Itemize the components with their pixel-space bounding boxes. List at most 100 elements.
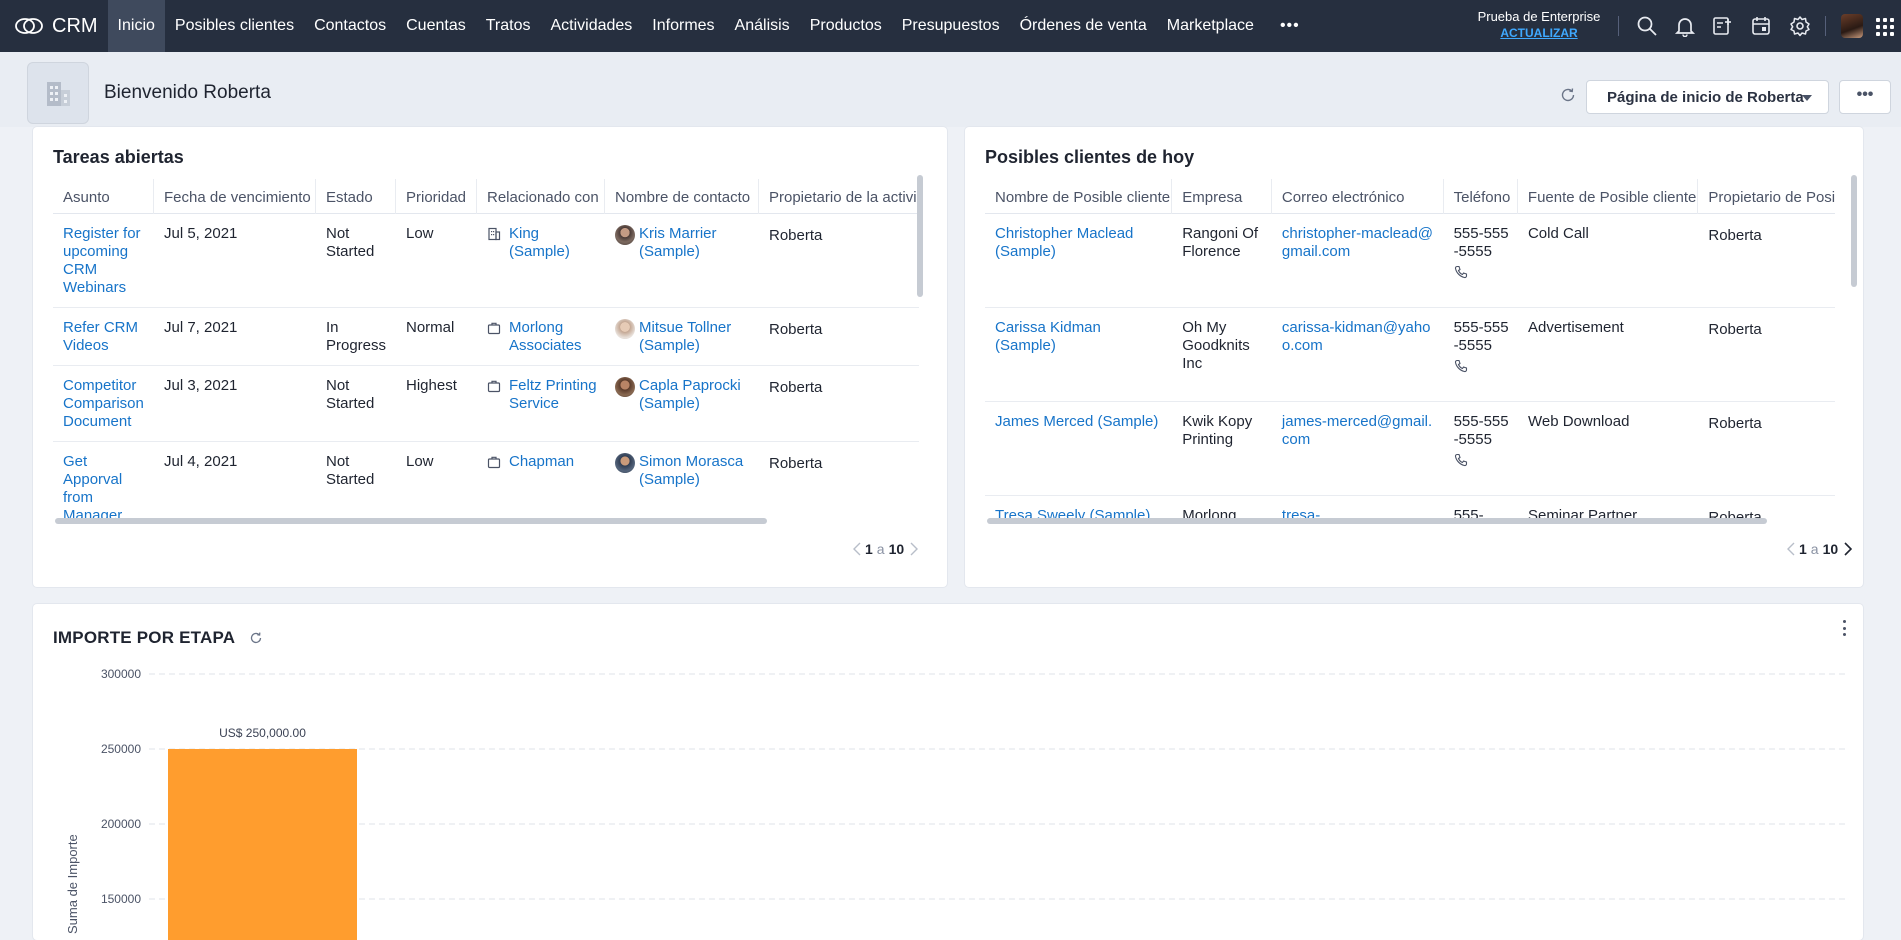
home-page-icon bbox=[27, 62, 89, 124]
calendar-icon[interactable] bbox=[1750, 15, 1772, 37]
column-header[interactable]: Propietario de la actividad bbox=[759, 179, 919, 214]
table-header: Nombre de Posible cliente Empresa Correo… bbox=[985, 179, 1835, 214]
related-to-link[interactable]: Morlong Associates bbox=[509, 319, 597, 365]
task-subject-link[interactable]: Competitor Comparison Document bbox=[63, 377, 144, 430]
column-header[interactable]: Relacionado con bbox=[477, 179, 605, 214]
nav-item-inicio[interactable]: Inicio bbox=[107, 0, 165, 52]
task-subject-link[interactable]: Get Apporval from Manager bbox=[63, 453, 122, 524]
lead-name-link[interactable]: James Merced (Sample) bbox=[995, 413, 1158, 430]
bar-chart: 150000200000250000300000 US$ 250,000.00 … bbox=[65, 667, 1847, 940]
search-icon[interactable] bbox=[1636, 15, 1658, 37]
phone-icon[interactable] bbox=[1454, 265, 1468, 279]
nav-item-ordenes-de-venta[interactable]: Órdenes de venta bbox=[1010, 0, 1157, 52]
lead-company: Kwik Kopy Printing bbox=[1182, 413, 1253, 448]
header-more-button[interactable]: ••• bbox=[1839, 80, 1891, 114]
contact-avatar bbox=[615, 319, 635, 339]
lead-source: Cold Call bbox=[1527, 225, 1589, 242]
contact-name-link[interactable]: Kris Marrier (Sample) bbox=[639, 225, 751, 307]
gear-icon[interactable] bbox=[1789, 15, 1811, 37]
chevron-right-icon[interactable] bbox=[1844, 542, 1853, 556]
nav-item-marketplace[interactable]: Marketplace bbox=[1157, 0, 1264, 52]
lead-email-link[interactable]: carissa-kidman@yahoo.com bbox=[1282, 319, 1431, 354]
refresh-icon[interactable] bbox=[1559, 86, 1577, 104]
pager-sep: a bbox=[876, 541, 885, 557]
nav-more-button[interactable]: ••• bbox=[1264, 0, 1316, 52]
chevron-left-icon[interactable] bbox=[853, 542, 861, 556]
column-header[interactable]: Propietario de Posible cliente bbox=[1698, 179, 1835, 214]
table-row[interactable]: Christopher Maclead (Sample) Rangoni Of … bbox=[985, 215, 1835, 308]
task-due-date: Jul 3, 2021 bbox=[164, 377, 238, 394]
column-header[interactable]: Estado bbox=[316, 179, 396, 214]
briefcase-icon bbox=[487, 322, 501, 335]
crm-logo-icon bbox=[15, 18, 43, 34]
nav-item-tratos[interactable]: Tratos bbox=[476, 0, 541, 52]
nav-item-productos[interactable]: Productos bbox=[800, 0, 892, 52]
table-row[interactable]: Register for upcoming CRM Webinars Jul 5… bbox=[53, 215, 919, 308]
horizontal-scrollbar[interactable] bbox=[55, 518, 767, 524]
table-row[interactable]: Carissa Kidman (Sample) Oh My Goodknits … bbox=[985, 309, 1835, 402]
nav-item-informes[interactable]: Informes bbox=[642, 0, 724, 52]
table-row[interactable]: Refer CRM Videos Jul 7, 2021 In Progress… bbox=[53, 309, 919, 366]
task-subject-link[interactable]: Refer CRM Videos bbox=[63, 319, 138, 354]
vertical-scrollbar[interactable] bbox=[917, 175, 923, 297]
task-owner: Roberta bbox=[769, 227, 823, 244]
vertical-scrollbar[interactable] bbox=[1851, 175, 1857, 287]
nav-item-actividades[interactable]: Actividades bbox=[540, 0, 642, 52]
chevron-down-icon bbox=[1802, 95, 1812, 101]
lead-email-link[interactable]: christopher-maclead@gmail.com bbox=[1282, 225, 1433, 260]
column-header[interactable]: Nombre de contacto bbox=[605, 179, 759, 214]
user-avatar[interactable] bbox=[1841, 14, 1863, 38]
chevron-right-icon[interactable] bbox=[910, 542, 919, 556]
task-owner: Roberta bbox=[769, 321, 823, 338]
lead-source: Advertisement bbox=[1527, 319, 1624, 336]
column-header[interactable]: Nombre de Posible cliente bbox=[985, 179, 1173, 214]
nav-item-posibles-clientes[interactable]: Posibles clientes bbox=[165, 0, 304, 52]
related-to-link[interactable]: Feltz Printing Service bbox=[509, 377, 597, 441]
nav-item-contactos[interactable]: Contactos bbox=[304, 0, 396, 52]
table-row[interactable]: Competitor Comparison Document Jul 3, 20… bbox=[53, 367, 919, 442]
task-subject-link[interactable]: Register for upcoming CRM Webinars bbox=[63, 225, 141, 296]
task-priority: Low bbox=[406, 225, 434, 242]
task-due-date: Jul 5, 2021 bbox=[164, 225, 238, 242]
chart-bar[interactable] bbox=[168, 749, 357, 940]
related-to-link[interactable]: King (Sample) bbox=[509, 225, 597, 307]
upgrade-link[interactable]: ACTUALIZAR bbox=[1470, 25, 1608, 41]
column-header[interactable]: Empresa bbox=[1172, 179, 1272, 214]
add-note-icon[interactable] bbox=[1711, 15, 1733, 37]
column-header[interactable]: Correo electrónico bbox=[1272, 179, 1444, 214]
open-tasks-card: Tareas abiertas Asunto Fecha de vencimie… bbox=[33, 127, 947, 587]
building-icon bbox=[47, 82, 70, 106]
crm-logo[interactable]: CRM bbox=[0, 0, 108, 52]
nav-item-analisis[interactable]: Análisis bbox=[725, 0, 800, 52]
bar-data-label: US$ 250,000.00 bbox=[219, 726, 306, 740]
column-header[interactable]: Fuente de Posible cliente bbox=[1518, 179, 1699, 214]
contact-name-link[interactable]: Capla Paprocki (Sample) bbox=[639, 377, 751, 441]
lead-name-link[interactable]: Carissa Kidman (Sample) bbox=[995, 319, 1101, 354]
phone-icon[interactable] bbox=[1454, 359, 1468, 373]
open-tasks-title: Tareas abiertas bbox=[53, 147, 184, 167]
chevron-left-icon[interactable] bbox=[1787, 542, 1795, 556]
phone-icon[interactable] bbox=[1454, 453, 1468, 467]
nav-item-presupuestos[interactable]: Presupuestos bbox=[892, 0, 1010, 52]
apps-grid-icon[interactable] bbox=[1876, 18, 1894, 36]
lead-email-link[interactable]: james-merced@gmail.com bbox=[1282, 413, 1432, 448]
table-row[interactable]: James Merced (Sample) Kwik Kopy Printing… bbox=[985, 403, 1835, 496]
column-header[interactable]: Teléfono bbox=[1444, 179, 1518, 214]
trial-info: Prueba de Enterprise ACTUALIZAR bbox=[1470, 9, 1608, 41]
lead-owner: Roberta bbox=[1708, 415, 1762, 432]
column-header[interactable]: Fecha de vencimiento bbox=[154, 179, 316, 214]
lead-name-link[interactable]: Christopher Maclead (Sample) bbox=[995, 225, 1133, 260]
todays-leads-card: Posibles clientes de hoy Nombre de Posib… bbox=[965, 127, 1863, 587]
briefcase-icon bbox=[487, 456, 501, 469]
nav-item-cuentas[interactable]: Cuentas bbox=[396, 0, 476, 52]
home-page-selector[interactable]: Página de inicio de Roberta bbox=[1586, 80, 1829, 114]
task-status: In Progress bbox=[326, 319, 387, 354]
top-navigation-bar: CRM Inicio Posibles clientes Contactos C… bbox=[0, 0, 1901, 52]
lead-owner: Roberta bbox=[1708, 227, 1762, 244]
contact-name-link[interactable]: Mitsue Tollner (Sample) bbox=[639, 319, 751, 365]
column-header[interactable]: Asunto bbox=[53, 179, 154, 214]
column-header[interactable]: Prioridad bbox=[396, 179, 477, 214]
horizontal-scrollbar[interactable] bbox=[987, 518, 1767, 524]
building-icon bbox=[488, 227, 501, 241]
bell-icon[interactable] bbox=[1674, 15, 1696, 38]
